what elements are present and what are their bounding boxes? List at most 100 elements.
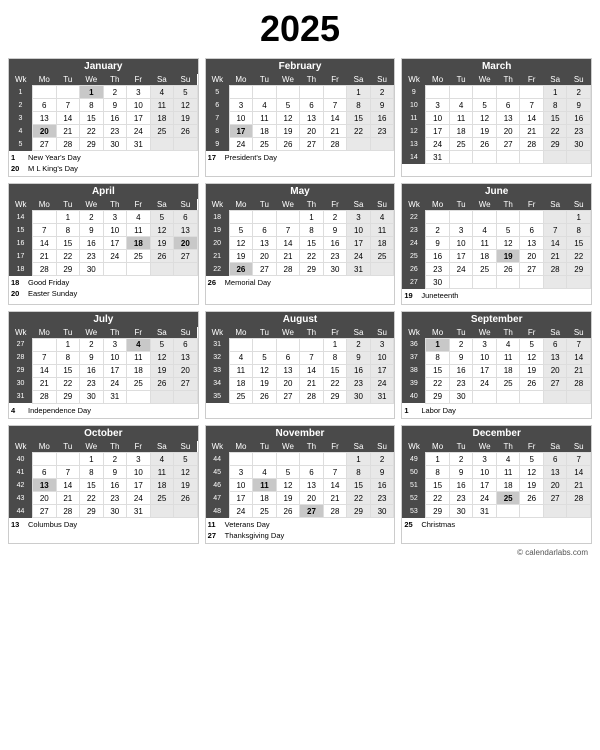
- day-cell: 26: [174, 125, 198, 138]
- day-cell: 28: [56, 505, 80, 518]
- day-cell: 29: [543, 138, 567, 151]
- day-cell: 16: [567, 112, 591, 125]
- day-cell: 22: [323, 377, 347, 390]
- day-cell: [276, 86, 300, 99]
- holiday-note: 18Good Friday: [11, 278, 196, 289]
- day-cell: 26: [229, 263, 253, 276]
- day-cell: 11: [473, 237, 497, 250]
- day-cell: 19: [520, 364, 544, 377]
- col-header-wk: Wk: [9, 199, 33, 211]
- day-cell: [449, 151, 473, 164]
- day-cell: 3: [449, 224, 473, 237]
- day-cell: 18: [206, 211, 230, 224]
- day-cell: [473, 211, 497, 224]
- day-cell: 30: [567, 138, 591, 151]
- day-cell: 52: [402, 492, 426, 505]
- day-cell: [496, 390, 520, 403]
- day-cell: [426, 211, 450, 224]
- day-cell: 28: [543, 263, 567, 276]
- day-cell: 19: [276, 492, 300, 505]
- day-cell: 3: [103, 211, 127, 224]
- day-cell: 25: [496, 492, 520, 505]
- day-cell: 7: [33, 351, 57, 364]
- day-cell: 8: [567, 224, 591, 237]
- day-cell: 26: [520, 492, 544, 505]
- holiday-note: 27Thanksgiving Day: [208, 531, 393, 542]
- day-cell: 44: [9, 505, 33, 518]
- day-cell: [567, 276, 591, 289]
- day-cell: 16: [449, 479, 473, 492]
- day-cell: [229, 453, 253, 466]
- day-cell: 1: [80, 86, 104, 99]
- day-cell: 25: [229, 390, 253, 403]
- day-cell: 14: [300, 364, 324, 377]
- day-cell: 20: [33, 125, 57, 138]
- day-cell: 15: [567, 237, 591, 250]
- day-cell: 3: [229, 99, 253, 112]
- day-cell: 46: [206, 479, 230, 492]
- day-cell: 27: [276, 390, 300, 403]
- day-cell: [253, 86, 277, 99]
- day-cell: 21: [276, 250, 300, 263]
- day-cell: 25: [473, 263, 497, 276]
- day-cell: 13: [402, 138, 426, 151]
- day-cell: 28: [300, 390, 324, 403]
- day-cell: 20: [520, 250, 544, 263]
- day-cell: 45: [206, 466, 230, 479]
- day-cell: 44: [206, 453, 230, 466]
- day-cell: 19: [473, 125, 497, 138]
- day-cell: 22: [347, 492, 371, 505]
- day-cell: 23: [370, 492, 394, 505]
- day-cell: 21: [520, 125, 544, 138]
- day-cell: [56, 86, 80, 99]
- day-cell: [33, 453, 57, 466]
- holiday-name: New Year's Day: [28, 153, 81, 164]
- day-cell: [150, 138, 174, 151]
- day-cell: 27: [9, 338, 33, 351]
- month-block-may: MayWkMoTuWeThFrSaSu181234195678910112012…: [205, 183, 396, 305]
- day-cell: 17: [473, 479, 497, 492]
- day-cell: 26: [276, 505, 300, 518]
- holiday-note: 20M L King's Day: [11, 164, 196, 175]
- month-name-june: June: [402, 184, 591, 199]
- day-cell: 30: [449, 505, 473, 518]
- day-cell: 15: [543, 112, 567, 125]
- month-name-september: September: [402, 312, 591, 327]
- day-cell: 7: [276, 224, 300, 237]
- day-cell: 30: [426, 276, 450, 289]
- day-cell: 27: [520, 263, 544, 276]
- day-cell: [127, 263, 151, 276]
- day-cell: 9: [370, 466, 394, 479]
- day-cell: [543, 390, 567, 403]
- day-cell: 4: [253, 466, 277, 479]
- day-cell: 4: [496, 453, 520, 466]
- day-cell: 47: [206, 492, 230, 505]
- day-cell: [56, 453, 80, 466]
- day-cell: 4: [150, 453, 174, 466]
- day-cell: 9: [347, 351, 371, 364]
- day-cell: [229, 86, 253, 99]
- holiday-date: 25: [404, 520, 418, 531]
- day-cell: [300, 338, 324, 351]
- day-cell: [174, 390, 198, 403]
- day-cell: 22: [80, 125, 104, 138]
- day-cell: [520, 211, 544, 224]
- day-cell: 13: [496, 112, 520, 125]
- day-cell: 7: [520, 99, 544, 112]
- col-header-fr: Fr: [323, 74, 347, 86]
- day-cell: 20: [300, 492, 324, 505]
- day-cell: 18: [253, 125, 277, 138]
- day-cell: 15: [80, 112, 104, 125]
- col-header-sa: Sa: [543, 441, 567, 453]
- col-header-th: Th: [300, 327, 324, 339]
- day-cell: 21: [543, 250, 567, 263]
- holiday-date: 20: [11, 164, 25, 175]
- col-header-sa: Sa: [543, 199, 567, 211]
- month-name-february: February: [206, 59, 395, 74]
- day-cell: 22: [347, 125, 371, 138]
- calendar-grid: JanuaryWkMoTuWeThFrSaSu11234526789101112…: [8, 58, 592, 544]
- day-cell: 21: [56, 492, 80, 505]
- day-cell: 37: [402, 351, 426, 364]
- col-header-su: Su: [567, 441, 591, 453]
- day-cell: [174, 505, 198, 518]
